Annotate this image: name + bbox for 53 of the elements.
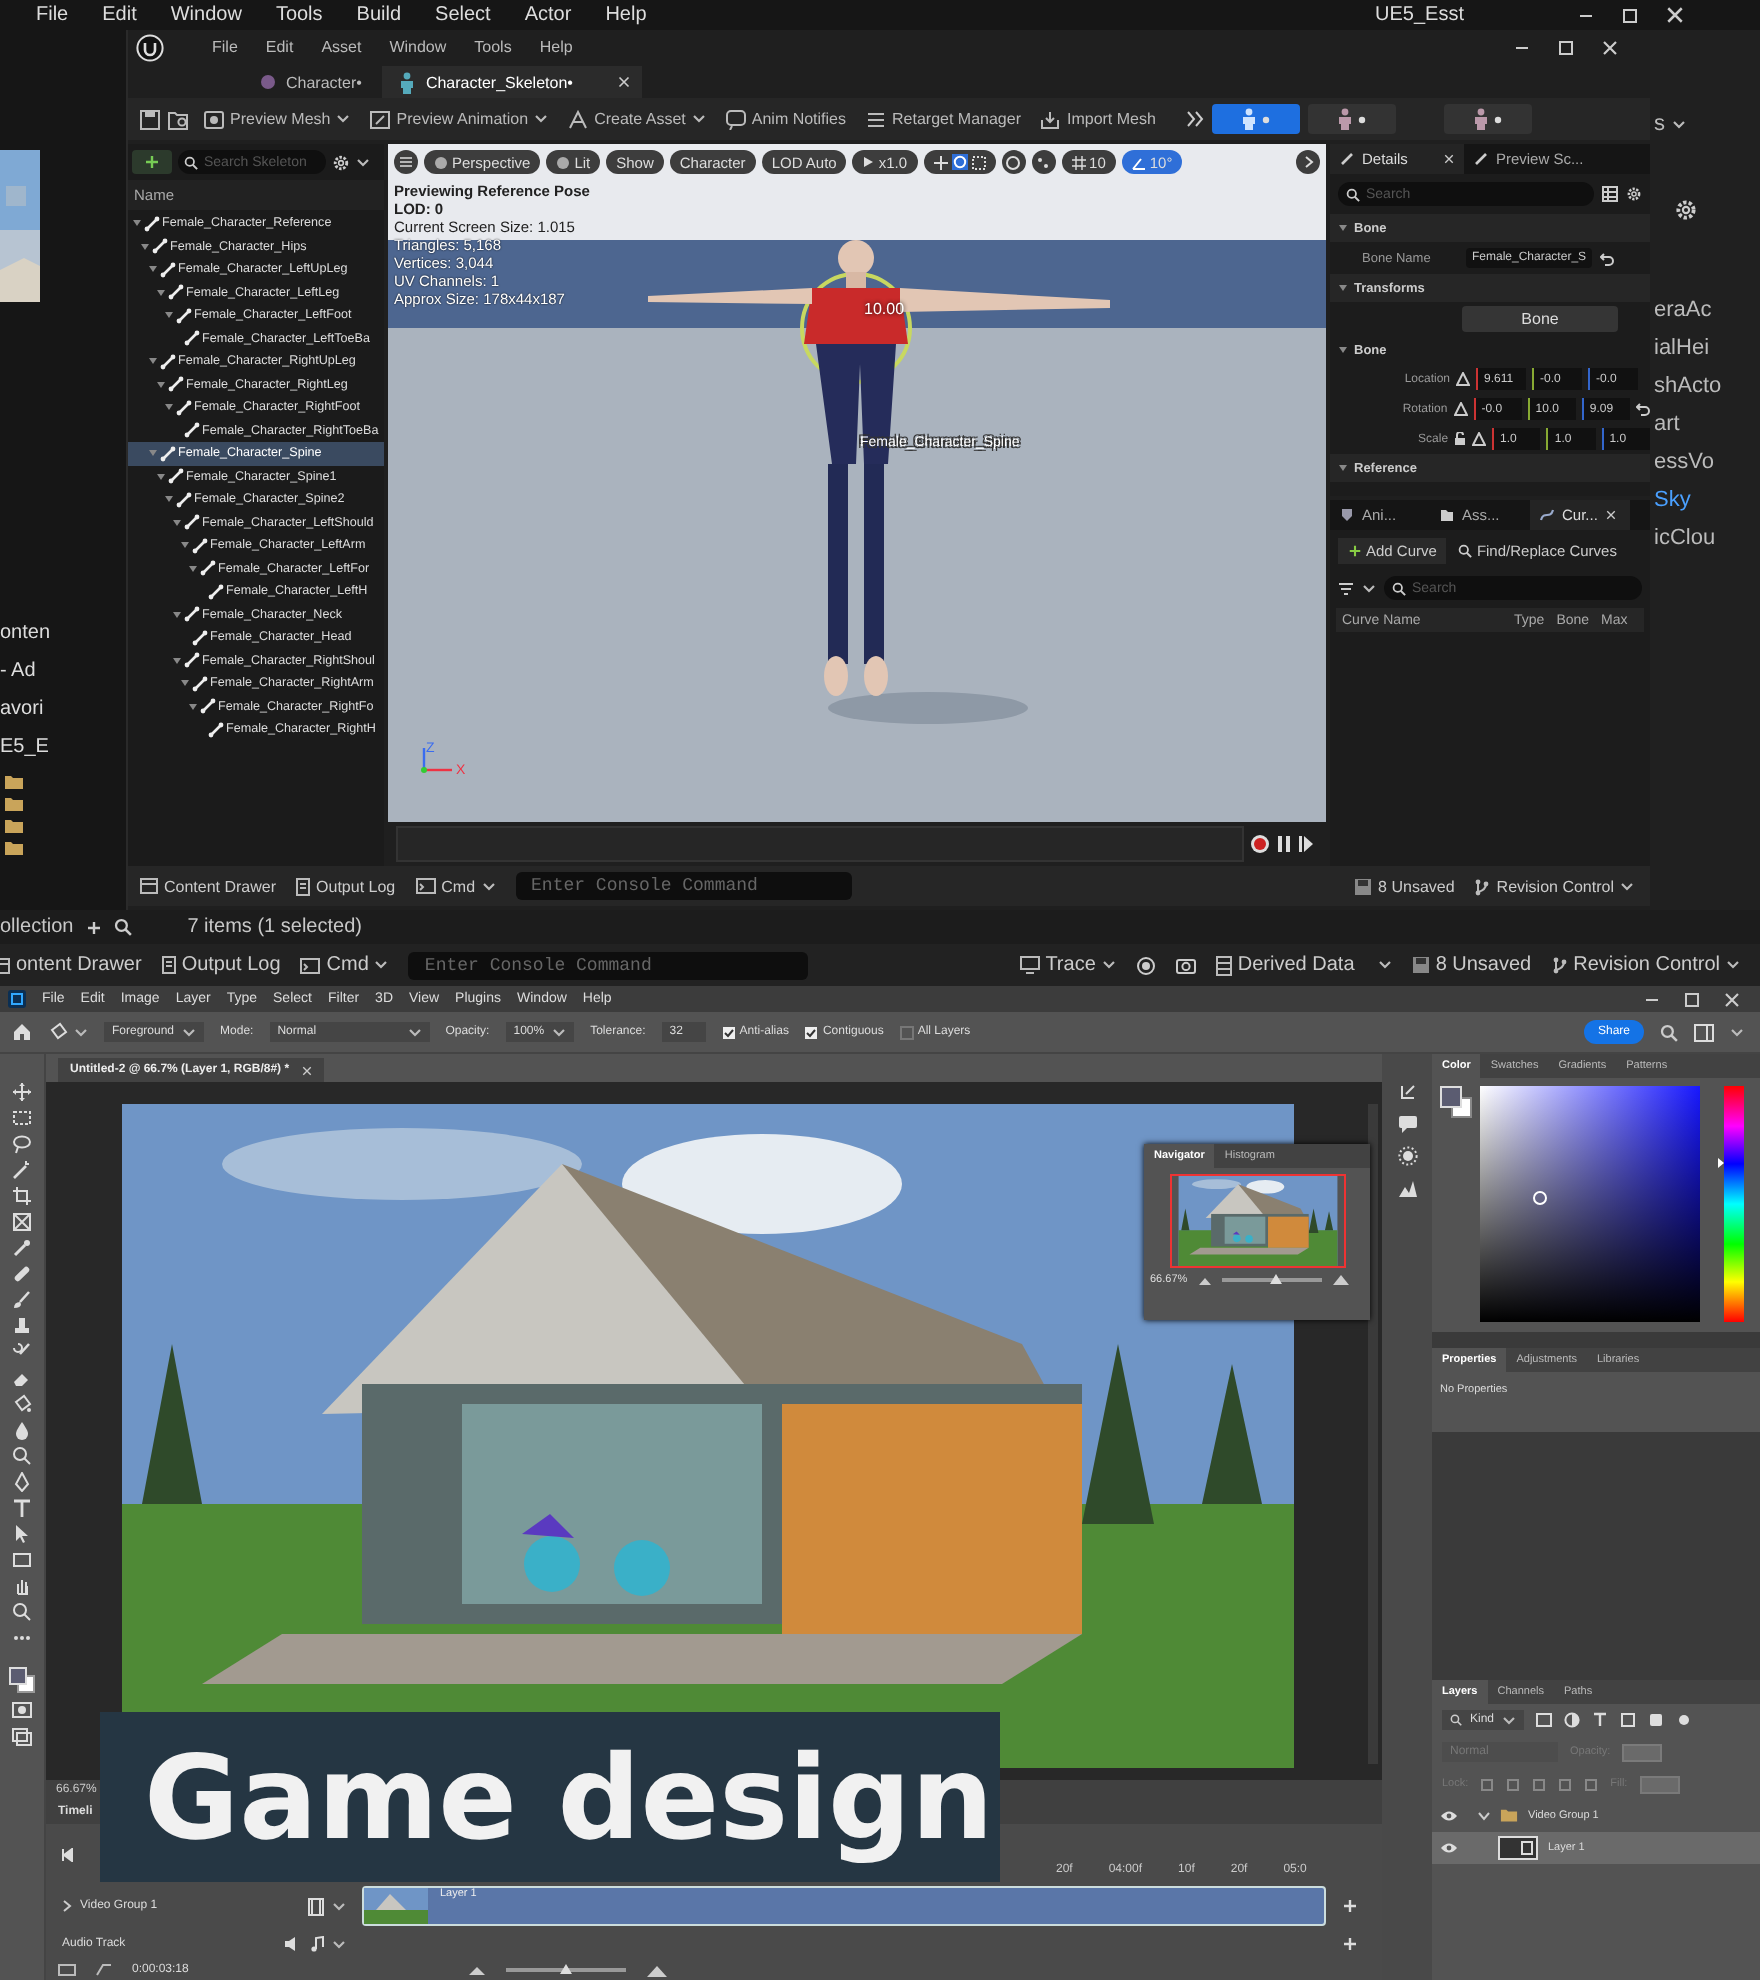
content-drawer-button[interactable]: Content Drawer bbox=[140, 877, 277, 895]
menu-item[interactable]: Tools bbox=[275, 4, 323, 26]
unsaved-button[interactable]: 8 Unsaved bbox=[1411, 954, 1532, 976]
outliner-item[interactable]: Sky bbox=[1654, 488, 1760, 512]
time-readout: 10.00 bbox=[864, 300, 905, 318]
menu-item[interactable]: Select bbox=[435, 4, 491, 26]
panel-label: E5_E bbox=[0, 736, 51, 758]
console-input[interactable]: Enter Console Command bbox=[408, 951, 809, 979]
outliner-item[interactable]: shActo bbox=[1654, 374, 1760, 398]
toolbar-button[interactable]: Create Asset bbox=[562, 109, 712, 129]
console-input[interactable]: Enter Console Command bbox=[515, 872, 852, 900]
menu-item[interactable]: Edit bbox=[102, 4, 137, 26]
editor-tab[interactable]: Character_Skeleton• bbox=[381, 66, 643, 98]
menu-item[interactable]: Window bbox=[170, 4, 242, 26]
toolbar-label: s bbox=[1654, 112, 1665, 136]
menu-item[interactable]: Actor bbox=[524, 4, 572, 26]
menu-item[interactable]: Tools bbox=[474, 38, 512, 56]
menu-item[interactable]: Edit bbox=[265, 38, 294, 56]
cmd-dropdown[interactable]: Cmd bbox=[300, 954, 389, 976]
editor-tab[interactable]: Character• bbox=[244, 66, 378, 98]
outliner-item[interactable]: eraAc bbox=[1654, 298, 1760, 322]
output-log-button[interactable]: Output Log bbox=[296, 877, 396, 895]
collection-label: ollection bbox=[0, 916, 74, 938]
toolbar-button[interactable]: Import Mesh bbox=[1034, 109, 1162, 129]
item-count: 7 items (1 selected) bbox=[187, 916, 362, 938]
toolbar-button[interactable]: Preview Mesh bbox=[198, 109, 357, 129]
menu-item[interactable]: Asset bbox=[321, 38, 362, 56]
menu-item[interactable]: File bbox=[212, 38, 238, 56]
toolbar-button[interactable]: Preview Animation bbox=[364, 109, 555, 129]
panel-label: - Ad bbox=[0, 660, 38, 682]
revision-control-button[interactable]: Revision Control bbox=[1551, 954, 1740, 976]
menu-item[interactable]: Window bbox=[389, 38, 447, 56]
derived-data-dropdown[interactable]: Derived Data bbox=[1215, 954, 1392, 976]
menu-item[interactable]: Help bbox=[605, 4, 647, 26]
project-title: UE5_Esst bbox=[1375, 4, 1464, 26]
panel-label: avori bbox=[0, 698, 46, 720]
outliner-item[interactable]: icClou bbox=[1654, 526, 1760, 550]
toolbar-button[interactable]: Retarget Manager bbox=[860, 109, 1027, 129]
menu-item[interactable]: File bbox=[36, 4, 69, 26]
content-drawer-button[interactable]: ontent Drawer bbox=[0, 954, 142, 976]
toolbar-button[interactable]: Anim Notifies bbox=[719, 109, 852, 129]
menu-item[interactable]: Help bbox=[539, 38, 573, 56]
outliner-item[interactable]: art bbox=[1654, 412, 1760, 436]
outliner-item[interactable]: ialHei bbox=[1654, 336, 1760, 360]
panel-label: onten bbox=[0, 622, 53, 644]
output-log-button[interactable]: Output Log bbox=[161, 954, 281, 976]
revision-control-button[interactable]: Revision Control bbox=[1474, 877, 1634, 895]
menu-item[interactable]: Build bbox=[356, 4, 402, 26]
cmd-dropdown[interactable]: Cmd bbox=[415, 877, 496, 895]
trace-dropdown[interactable]: Trace bbox=[1019, 954, 1116, 976]
outliner-item[interactable]: essVo bbox=[1654, 450, 1760, 474]
space-button[interactable]: Bone bbox=[1462, 306, 1618, 332]
unsaved-button[interactable]: 8 Unsaved bbox=[1354, 877, 1455, 895]
